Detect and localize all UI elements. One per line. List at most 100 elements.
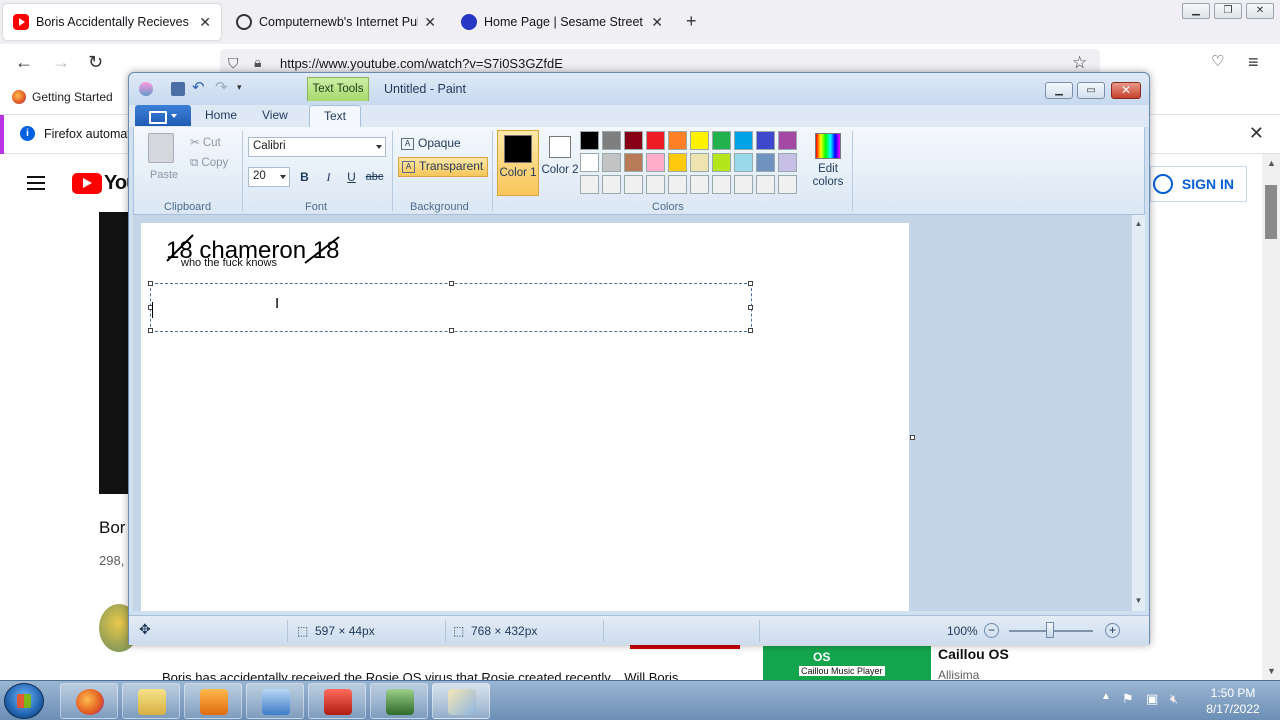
show-hidden-icons[interactable]: ▲: [1101, 691, 1111, 702]
zoom-slider-thumb[interactable]: [1046, 622, 1054, 638]
resize-handle[interactable]: [748, 281, 753, 286]
tab-computernewb[interactable]: Computernewb's Internet Pub ✕: [226, 4, 446, 40]
minimize-button[interactable]: ▁: [1182, 3, 1210, 19]
bold-button[interactable]: B: [294, 167, 315, 187]
font-family-select[interactable]: Calibri: [248, 137, 386, 157]
palette-swatch[interactable]: [580, 131, 599, 150]
paint-maximize-button[interactable]: ▭: [1077, 82, 1105, 99]
forward-icon[interactable]: →: [52, 52, 70, 73]
tab-view[interactable]: View: [262, 108, 288, 122]
save-icon[interactable]: [171, 82, 185, 96]
restore-button[interactable]: ❐: [1214, 3, 1242, 19]
action-center-flag-icon[interactable]: ⚑: [1122, 691, 1134, 707]
canvas-resize-handle[interactable]: [910, 435, 915, 440]
drawing-canvas[interactable]: 18 chameron 18 who the fuck knows I: [141, 223, 909, 611]
resize-handle[interactable]: [748, 328, 753, 333]
opaque-option[interactable]: A Opaque: [398, 135, 465, 155]
text-input-box[interactable]: [148, 281, 753, 333]
bookmark-getting-started[interactable]: Getting Started: [12, 90, 113, 104]
scroll-up-icon[interactable]: ▲: [1132, 219, 1145, 228]
palette-swatch[interactable]: [646, 175, 665, 194]
palette-swatch[interactable]: [756, 131, 775, 150]
menu-icon[interactable]: ≡: [1248, 52, 1259, 73]
volume-muted-icon[interactable]: 🔇︎: [1170, 691, 1178, 707]
palette-swatch[interactable]: [624, 131, 643, 150]
related-video-title[interactable]: Caillou OS: [938, 646, 1009, 662]
tab-home[interactable]: Home: [205, 108, 237, 122]
undo-icon[interactable]: ↶: [192, 80, 206, 96]
scroll-down-icon[interactable]: ▼: [1267, 666, 1276, 676]
zoom-out-icon[interactable]: −: [984, 623, 999, 638]
taskbar-control-panel[interactable]: [246, 683, 304, 719]
customize-toolbar-icon[interactable]: ▾: [237, 82, 251, 96]
close-notification-icon[interactable]: ✕: [1249, 123, 1264, 144]
copy-button[interactable]: ⧉ Copy: [190, 157, 228, 170]
youtube-logo-icon[interactable]: [72, 173, 102, 194]
palette-swatch[interactable]: [580, 153, 599, 172]
palette-swatch[interactable]: [624, 153, 643, 172]
new-tab-icon[interactable]: +: [686, 11, 697, 32]
palette-swatch[interactable]: [602, 131, 621, 150]
palette-swatch[interactable]: [668, 175, 687, 194]
redo-icon[interactable]: ↷: [215, 80, 229, 96]
color1-button[interactable]: Color 1: [497, 130, 539, 196]
palette-swatch[interactable]: [778, 131, 797, 150]
sign-in-button[interactable]: SIGN IN: [1150, 166, 1247, 202]
scroll-up-icon[interactable]: ▲: [1267, 158, 1276, 168]
scroll-down-icon[interactable]: ▼: [1132, 596, 1145, 605]
taskbar-firefox[interactable]: [60, 683, 118, 719]
network-icon[interactable]: ▣: [1146, 691, 1158, 707]
paint-app-icon[interactable]: [139, 82, 153, 96]
palette-swatch[interactable]: [712, 153, 731, 172]
underline-button[interactable]: U: [341, 167, 362, 187]
palette-swatch[interactable]: [734, 153, 753, 172]
lock-icon[interactable]: 🔒︎: [254, 54, 261, 71]
pocket-icon[interactable]: ♡: [1211, 52, 1224, 70]
palette-swatch[interactable]: [668, 153, 687, 172]
zoom-in-icon[interactable]: +: [1105, 623, 1120, 638]
paint-minimize-button[interactable]: ▁: [1045, 82, 1073, 99]
resize-handle[interactable]: [449, 328, 454, 333]
edit-colors-button[interactable]: Edit colors: [806, 131, 850, 189]
taskbar-explorer[interactable]: [122, 683, 180, 719]
palette-swatch[interactable]: [712, 175, 731, 194]
palette-swatch[interactable]: [690, 153, 709, 172]
paint-close-button[interactable]: ✕: [1111, 82, 1141, 99]
page-scrollbar[interactable]: ▲ ▼: [1262, 154, 1280, 680]
shield-icon[interactable]: ⛉: [228, 55, 239, 72]
resize-handle[interactable]: [148, 281, 153, 286]
hamburger-menu-icon[interactable]: [27, 176, 45, 190]
palette-swatch[interactable]: [778, 153, 797, 172]
taskbar-paint[interactable]: [432, 683, 490, 719]
palette-swatch[interactable]: [646, 131, 665, 150]
taskbar-media-player[interactable]: [184, 683, 242, 719]
palette-swatch[interactable]: [646, 153, 665, 172]
paint-menu-button[interactable]: [135, 105, 191, 126]
cut-button[interactable]: ✂︎ Cut: [190, 135, 221, 149]
palette-swatch[interactable]: [602, 153, 621, 172]
palette-swatch[interactable]: [756, 153, 775, 172]
color2-button[interactable]: Color 2: [539, 130, 581, 196]
url-text[interactable]: https://www.youtube.com/watch?v=S7i0S3GZ…: [280, 56, 563, 71]
palette-swatch[interactable]: [778, 175, 797, 194]
back-icon[interactable]: ←: [15, 52, 33, 73]
paint-title-bar[interactable]: ↶ ↷ ▾ Text Tools Untitled - Paint ▁ ▭ ✕: [129, 73, 1149, 105]
reload-icon[interactable]: ↻: [88, 52, 103, 73]
palette-swatch[interactable]: [624, 175, 643, 194]
start-button[interactable]: [4, 683, 44, 719]
close-window-button[interactable]: ✕: [1246, 3, 1274, 19]
palette-swatch[interactable]: [602, 175, 621, 194]
font-size-select[interactable]: 20: [248, 167, 290, 187]
resize-handle[interactable]: [449, 281, 454, 286]
related-video-thumbnail[interactable]: OS Caillou Music Player: [763, 646, 931, 680]
paste-icon[interactable]: [148, 133, 174, 163]
resize-handle[interactable]: [148, 328, 153, 333]
canvas-scrollbar[interactable]: ▲ ▼: [1132, 215, 1145, 611]
palette-swatch[interactable]: [712, 131, 731, 150]
palette-swatch[interactable]: [734, 175, 753, 194]
close-tab-icon[interactable]: ✕: [424, 14, 436, 31]
palette-swatch[interactable]: [690, 131, 709, 150]
italic-button[interactable]: I: [318, 167, 339, 187]
bookmark-star-icon[interactable]: ☆: [1072, 53, 1087, 73]
close-tab-icon[interactable]: ✕: [199, 14, 211, 31]
